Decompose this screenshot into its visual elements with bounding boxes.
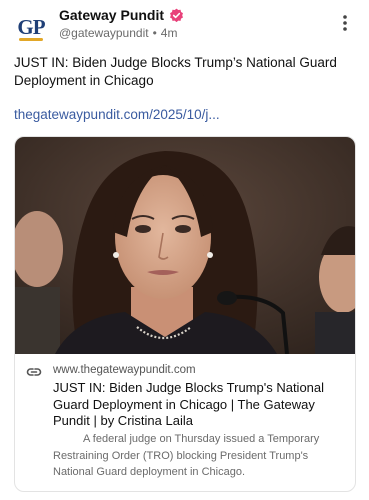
more-options-icon[interactable]: [338, 13, 352, 33]
avatar[interactable]: GP: [13, 9, 49, 45]
card-title[interactable]: JUST IN: Biden Judge Blocks Trump's Nati…: [53, 380, 345, 430]
card-domain: www.thegatewaypundit.com: [53, 364, 196, 376]
link-card[interactable]: www.thegatewaypundit.com JUST IN: Biden …: [14, 136, 356, 492]
name-row: Gateway Pundit: [59, 7, 184, 23]
post-link[interactable]: thegatewaypundit.com/2025/10/j...: [14, 107, 220, 122]
post-time[interactable]: 4m: [161, 26, 178, 40]
handle[interactable]: @gatewaypundit: [59, 26, 149, 40]
avatar-logo: GP: [17, 14, 45, 39]
meta-separator: •: [152, 26, 157, 40]
link-icon: [26, 368, 42, 376]
post: GP Gateway Pundit @gatewaypundit • 4m JU…: [0, 0, 369, 500]
card-image[interactable]: [15, 137, 355, 354]
card-description: A federal judge on Thursday issued a Tem…: [53, 433, 320, 478]
avatar-swoosh: [19, 38, 43, 41]
display-name[interactable]: Gateway Pundit: [59, 7, 164, 23]
verified-badge-icon: [170, 8, 183, 22]
meta-row: @gatewaypundit • 4m: [59, 26, 177, 40]
post-text: JUST IN: Biden Judge Blocks Trump’s Nati…: [14, 55, 337, 88]
